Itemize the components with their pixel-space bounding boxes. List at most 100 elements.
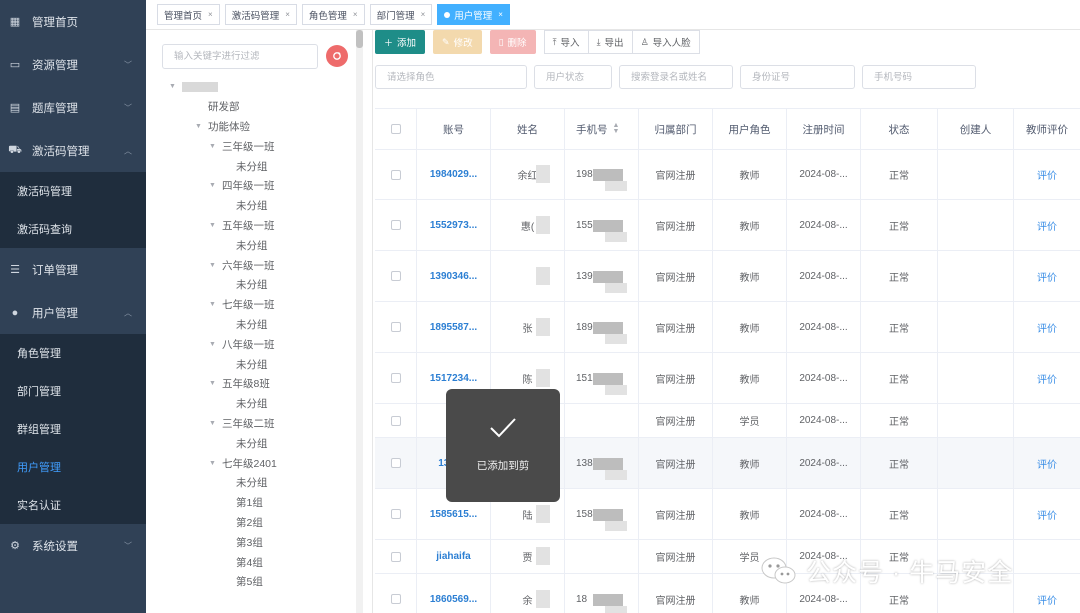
row-checkbox[interactable] (390, 551, 401, 562)
close-icon[interactable]: × (498, 10, 503, 19)
account-link[interactable]: 1390346... (430, 271, 477, 282)
evaluate-link[interactable]: 评价 (1037, 456, 1057, 471)
menu-item-2[interactable]: ▤ 题库管理 ﹀ (0, 86, 146, 129)
tree-node[interactable]: 第3组 (161, 532, 361, 552)
table-row[interactable]: 1390346... 1390 官网注册 教师 2024-08-... 正常 评价 (375, 251, 1080, 302)
row-checkbox[interactable] (390, 169, 401, 180)
submenu-item[interactable]: 角色管理 (0, 334, 146, 372)
close-icon[interactable]: × (353, 10, 358, 19)
menu-item-0[interactable]: ☰ 订单管理 (0, 248, 146, 291)
tree-node[interactable]: ▼ 六年级一班 (161, 255, 361, 275)
export-button[interactable]: ⤓ 导出 (588, 30, 633, 54)
tree-node[interactable]: 未分组 (161, 433, 361, 453)
tree-node[interactable]: 未分组 (161, 156, 361, 176)
tab-4[interactable]: 用户管理 × (437, 4, 510, 25)
table-row[interactable]: 1552973... 惠(155 官网注册 教师 2024-08-... 正常 评价 (375, 200, 1080, 251)
evaluate-link[interactable]: 评价 (1037, 320, 1057, 335)
submenu-item[interactable]: 部门管理 (0, 372, 146, 410)
evaluate-link[interactable]: 评价 (1037, 218, 1057, 233)
account-link[interactable]: 1860569... (430, 594, 477, 605)
tree-node[interactable]: 未分组 (161, 473, 361, 493)
account-link[interactable]: jiahaifa (436, 551, 470, 562)
menu-item-1[interactable]: ▭ 资源管理 ﹀ (0, 43, 146, 86)
dept-cell: 官网注册 (639, 302, 713, 352)
tree-node[interactable]: ▼ 五年级一班 (161, 216, 361, 236)
tree-node[interactable]: 未分组 (161, 235, 361, 255)
evaluate-link[interactable]: 评价 (1037, 592, 1057, 607)
tree-scrollbar-thumb[interactable] (356, 30, 363, 48)
tree-node[interactable]: 未分组 (161, 315, 361, 335)
menu-item-1[interactable]: ● 用户管理 ︿ (0, 291, 146, 334)
tree-node[interactable]: 未分组 (161, 354, 361, 374)
close-icon[interactable]: × (421, 10, 426, 19)
row-checkbox[interactable] (390, 415, 401, 426)
edit-label: 修改 (453, 38, 473, 49)
tab-2[interactable]: 角色管理 × (301, 4, 365, 25)
menu-item-0[interactable]: ▦ 管理首页 (0, 0, 146, 43)
tree-node[interactable]: ▼ (161, 77, 361, 97)
tree-node[interactable]: ▼ 三年级二班 (161, 414, 361, 434)
tree-node[interactable]: ▼ 七年级一班 (161, 295, 361, 315)
tree-node[interactable]: ▼ 七年级2401 (161, 453, 361, 473)
submenu-item[interactable]: 激活码查询 (0, 210, 146, 248)
row-checkbox[interactable] (390, 458, 401, 468)
edit-button[interactable]: ✎ 修改 (433, 30, 482, 54)
delete-button[interactable]: ▯ 删除 (489, 30, 536, 54)
import-button[interactable]: ⤒ 导入 (543, 30, 589, 54)
login-search-input[interactable] (619, 65, 733, 89)
tree-node[interactable]: 研发部 (161, 97, 361, 117)
tree-node[interactable]: 第5组 (161, 572, 361, 592)
account-link[interactable]: 1585615... (430, 509, 477, 520)
tree-node[interactable]: ▼ 八年级一班 (161, 334, 361, 354)
tab-1[interactable]: 激活码管理 × (224, 4, 297, 25)
submenu-item[interactable]: 用户管理 (0, 448, 146, 486)
tab-3[interactable]: 部门管理 × (369, 4, 433, 25)
close-icon[interactable]: × (208, 10, 213, 19)
row-checkbox[interactable] (390, 509, 401, 519)
submenu-item[interactable]: 实名认证 (0, 486, 146, 524)
tree-node[interactable]: 未分组 (161, 275, 361, 295)
add-button[interactable]: ＋添加 (375, 30, 426, 54)
idcard-input[interactable] (740, 65, 855, 89)
role-select[interactable] (375, 65, 527, 89)
row-checkbox[interactable] (390, 322, 401, 332)
tree-filter-input[interactable] (162, 44, 318, 69)
tree-node[interactable]: 第4组 (161, 552, 361, 572)
tree-node[interactable]: ▼ 四年级一班 (161, 176, 361, 196)
account-link[interactable]: 1895587... (430, 322, 477, 333)
tree-node[interactable]: 未分组 (161, 394, 361, 414)
submenu-item[interactable]: 群组管理 (0, 410, 146, 448)
phone-input[interactable] (862, 65, 976, 89)
tree-scrollbar[interactable] (356, 30, 363, 613)
account-link[interactable]: 1517234... (430, 373, 477, 384)
row-checkbox[interactable] (390, 271, 401, 281)
close-icon[interactable]: × (285, 10, 290, 19)
row-checkbox[interactable] (390, 373, 401, 383)
tree-node[interactable]: 第2组 (161, 513, 361, 533)
refresh-button[interactable] (326, 45, 348, 67)
select-all-checkbox[interactable] (390, 124, 401, 134)
row-checkbox[interactable] (390, 594, 401, 604)
tree-node[interactable]: 未分组 (161, 196, 361, 216)
account-link[interactable]: 1984029... (430, 169, 477, 180)
submenu-item[interactable]: 激活码管理 (0, 172, 146, 210)
menu-item-0[interactable]: ⚙ 系统设置 ﹀ (0, 524, 146, 567)
account-link[interactable]: 1552973... (430, 220, 477, 231)
menu-item-3[interactable]: ⛟ 激活码管理 ︿ (0, 129, 146, 172)
sort-icon[interactable]: ▲ ▼ (613, 122, 620, 135)
table-row[interactable]: 1984029... 余红 198 官网注册 教师 2024-08-... 正常 评价 (375, 150, 1080, 200)
evaluate-link[interactable]: 评价 (1037, 269, 1057, 284)
tree-node[interactable]: ▼ 功能体验 (161, 117, 361, 137)
status-select[interactable] (534, 65, 612, 89)
import-face-button[interactable]: ♙ 导入人脸 (632, 30, 700, 54)
evaluate-link[interactable]: 评价 (1037, 167, 1057, 182)
tree-node[interactable]: ▼ 五年级8班 (161, 374, 361, 394)
tree-node[interactable]: ▼ 三年级一班 (161, 136, 361, 156)
table-row[interactable]: 1895587... 张 1895 官网注册 教师 2024-08-... 正常 评价 (375, 302, 1080, 353)
evaluate-link[interactable]: 评价 (1037, 507, 1057, 522)
row-checkbox[interactable] (390, 220, 401, 230)
tree-node[interactable]: 第1组 (161, 493, 361, 513)
evaluate-link[interactable]: 评价 (1037, 371, 1057, 386)
name-cell: 张 (491, 302, 565, 352)
tab-0[interactable]: 管理首页 × (157, 4, 220, 25)
